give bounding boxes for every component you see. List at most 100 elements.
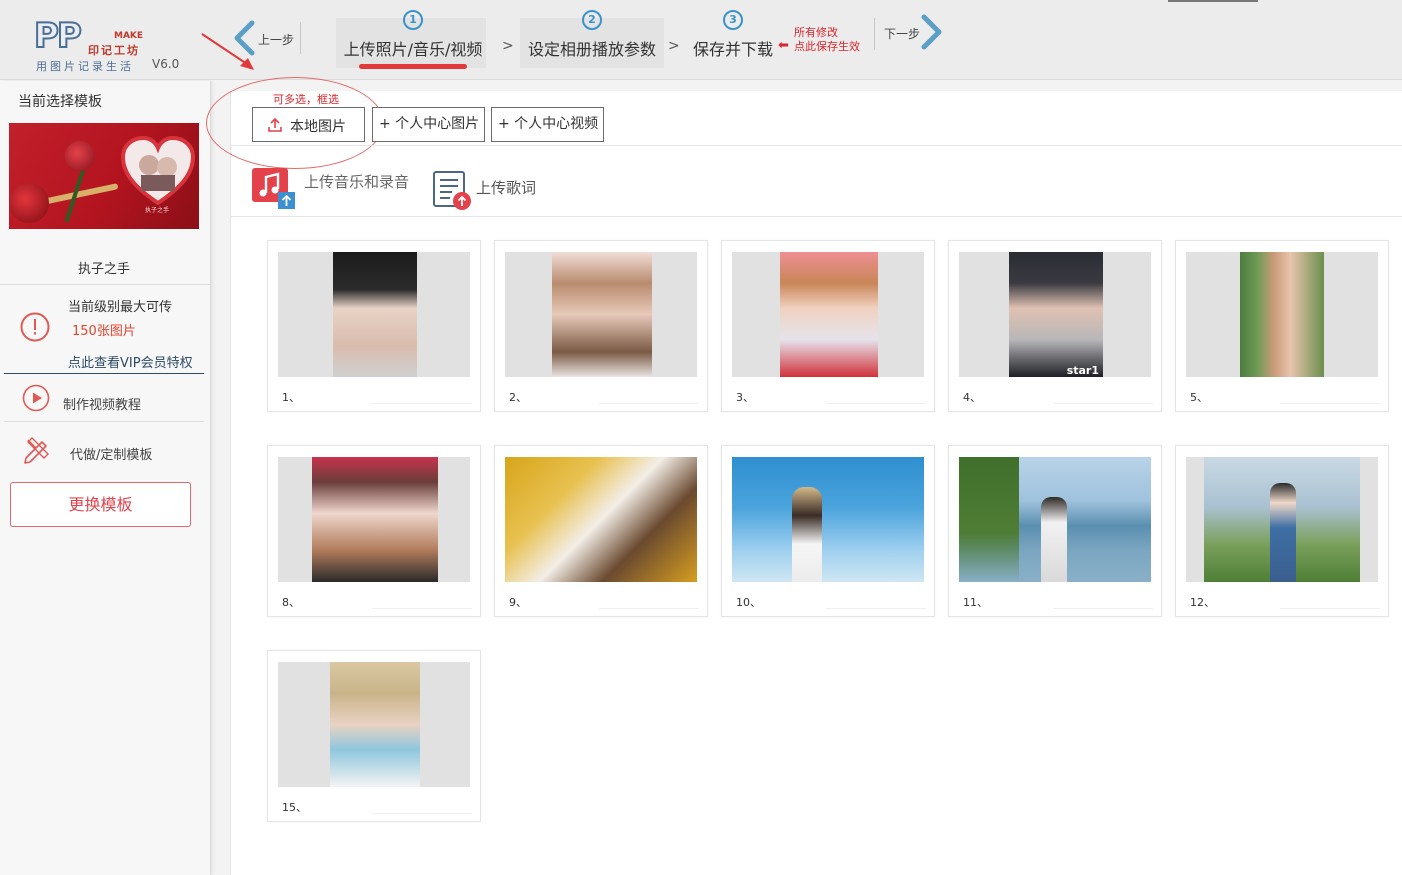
- photo-thumbnail: [959, 457, 1151, 582]
- personal-center-videos-button[interactable]: + 个人中心视频: [491, 107, 604, 142]
- photo-caption: 4、: [963, 391, 981, 404]
- photo-frame: [505, 457, 697, 582]
- step-1-label: 上传照片/音乐/视频: [343, 40, 483, 59]
- music-upload-icon[interactable]: [252, 168, 296, 210]
- change-template-button[interactable]: 更换模板: [10, 482, 191, 527]
- step-separator: >: [668, 38, 680, 54]
- video-tutorial-link[interactable]: 制作视频教程: [63, 394, 141, 413]
- photo-thumbnail: [1240, 252, 1324, 377]
- caption-input[interactable]: [599, 388, 699, 404]
- local-images-button[interactable]: 本地图片: [252, 107, 365, 142]
- photo-card[interactable]: 5、: [1175, 240, 1389, 412]
- caption-input[interactable]: [599, 593, 699, 609]
- template-thumbnail[interactable]: 执子之手: [9, 123, 199, 229]
- step-3-number: 3: [723, 10, 743, 30]
- upload-music-label[interactable]: 上传音乐和录音: [304, 171, 409, 192]
- photo-caption: 12、: [1190, 596, 1215, 609]
- photo-frame: [278, 252, 470, 377]
- photo-frame: [278, 457, 470, 582]
- photo-card[interactable]: 9、: [494, 445, 708, 617]
- photo-card[interactable]: 3、: [721, 240, 935, 412]
- prev-step-label: 上一步: [258, 33, 295, 47]
- photo-thumbnail: [505, 457, 697, 582]
- photo-caption: 5、: [1190, 391, 1208, 404]
- photo-frame: [1186, 457, 1378, 582]
- lyrics-upload-icon[interactable]: [432, 170, 474, 212]
- caption-input[interactable]: [372, 388, 472, 404]
- photo-card[interactable]: 2、: [494, 240, 708, 412]
- photo-thumbnail: [312, 457, 438, 582]
- upload-limit-label: 当前级别最大可传: [68, 300, 173, 315]
- photo-card[interactable]: 1、: [267, 240, 481, 412]
- pencil-ruler-icon: [24, 437, 49, 464]
- step-separator: >: [502, 38, 514, 54]
- annotation-arrow-icon: [201, 33, 254, 70]
- photo-thumbnail: [732, 457, 924, 582]
- divider: [4, 421, 204, 422]
- play-circle-icon: [22, 384, 50, 412]
- step-2-tab[interactable]: 2 设定相册播放参数: [526, 10, 658, 60]
- personal-center-images-button[interactable]: + 个人中心图片: [372, 107, 485, 142]
- photo-caption: 1、: [282, 391, 300, 404]
- photo-subject: [1041, 497, 1067, 582]
- divider: [4, 373, 204, 374]
- template-name: 执子之手: [77, 262, 130, 277]
- photo-frame: [505, 252, 697, 377]
- photo-subject: [1270, 483, 1296, 582]
- photo-frame: [959, 457, 1151, 582]
- caption-input[interactable]: [1053, 388, 1153, 404]
- photo-card[interactable]: 10、: [721, 445, 935, 617]
- photo-thumbnail: [552, 252, 652, 377]
- sidebar: 当前选择模板 执子之手 执子之手 当前级别最大可传 150张图片 点此查看VIP…: [0, 81, 211, 875]
- photo-card[interactable]: 15、: [267, 650, 481, 822]
- upload-icon: [268, 117, 282, 132]
- photo-card[interactable]: 12、: [1175, 445, 1389, 617]
- window-edge-line: [1168, 0, 1258, 2]
- photo-card[interactable]: star1 4、: [948, 240, 1162, 412]
- photo-card[interactable]: 11、: [948, 445, 1162, 617]
- logo-brand: 印记工坊: [88, 44, 140, 57]
- divider: [0, 284, 210, 285]
- local-images-label: 本地图片: [290, 119, 346, 135]
- caption-input[interactable]: [372, 798, 472, 814]
- heart-frame-icon: [121, 135, 195, 206]
- photo-caption: 3、: [736, 391, 754, 404]
- photo-card[interactable]: 8、: [267, 445, 481, 617]
- rose-decoration: [65, 141, 95, 171]
- photo-frame: [1186, 252, 1378, 377]
- save-note-line-1: 所有修改: [794, 26, 838, 39]
- step-1-tab[interactable]: 1 上传照片/音乐/视频: [338, 10, 488, 60]
- step-3-tab[interactable]: 3 保存并下载: [690, 10, 776, 60]
- caption-input[interactable]: [826, 388, 926, 404]
- multi-select-tip: 可多选，框选: [273, 93, 339, 106]
- vip-privileges-link[interactable]: 点此查看VIP会员特权: [68, 352, 193, 371]
- logo-slogan: 用图片记录生活: [36, 60, 134, 73]
- step-1-number: 1: [403, 10, 423, 30]
- divider: [874, 18, 875, 50]
- caption-input[interactable]: [826, 593, 926, 609]
- upload-limit-count: 150张图片: [72, 324, 136, 339]
- panel-edge: [230, 91, 231, 875]
- logo-make: MAKE: [114, 31, 144, 41]
- photo-frame: [732, 457, 924, 582]
- app-logo: PP MAKE 印记工坊 用图片记录生活 V6.0: [33, 16, 194, 76]
- photo-watermark: star1: [1066, 364, 1099, 377]
- logo-letters: PP: [33, 16, 83, 56]
- step-2-label: 设定相册播放参数: [527, 40, 656, 59]
- warning-circle-icon: [20, 312, 50, 342]
- photo-caption: 9、: [509, 596, 527, 609]
- version-label: V6.0: [152, 57, 180, 71]
- photo-frame: star1: [959, 252, 1151, 377]
- caption-input[interactable]: [1053, 593, 1153, 609]
- caption-input[interactable]: [1280, 593, 1380, 609]
- next-step-button[interactable]: 下一步: [874, 14, 950, 50]
- save-note[interactable]: 所有修改 ⬅ 点此保存生效: [778, 26, 860, 54]
- caption-input[interactable]: [1280, 388, 1380, 404]
- divider: [230, 145, 1402, 146]
- arrow-left-icon: ⬅: [778, 38, 789, 53]
- custom-template-link[interactable]: 代做/定制模板: [70, 444, 152, 463]
- photo-thumbnail: [1204, 457, 1360, 582]
- upload-lyrics-label[interactable]: 上传歌词: [476, 177, 536, 198]
- caption-input[interactable]: [372, 593, 472, 609]
- current-template-title: 当前选择模板: [18, 94, 102, 110]
